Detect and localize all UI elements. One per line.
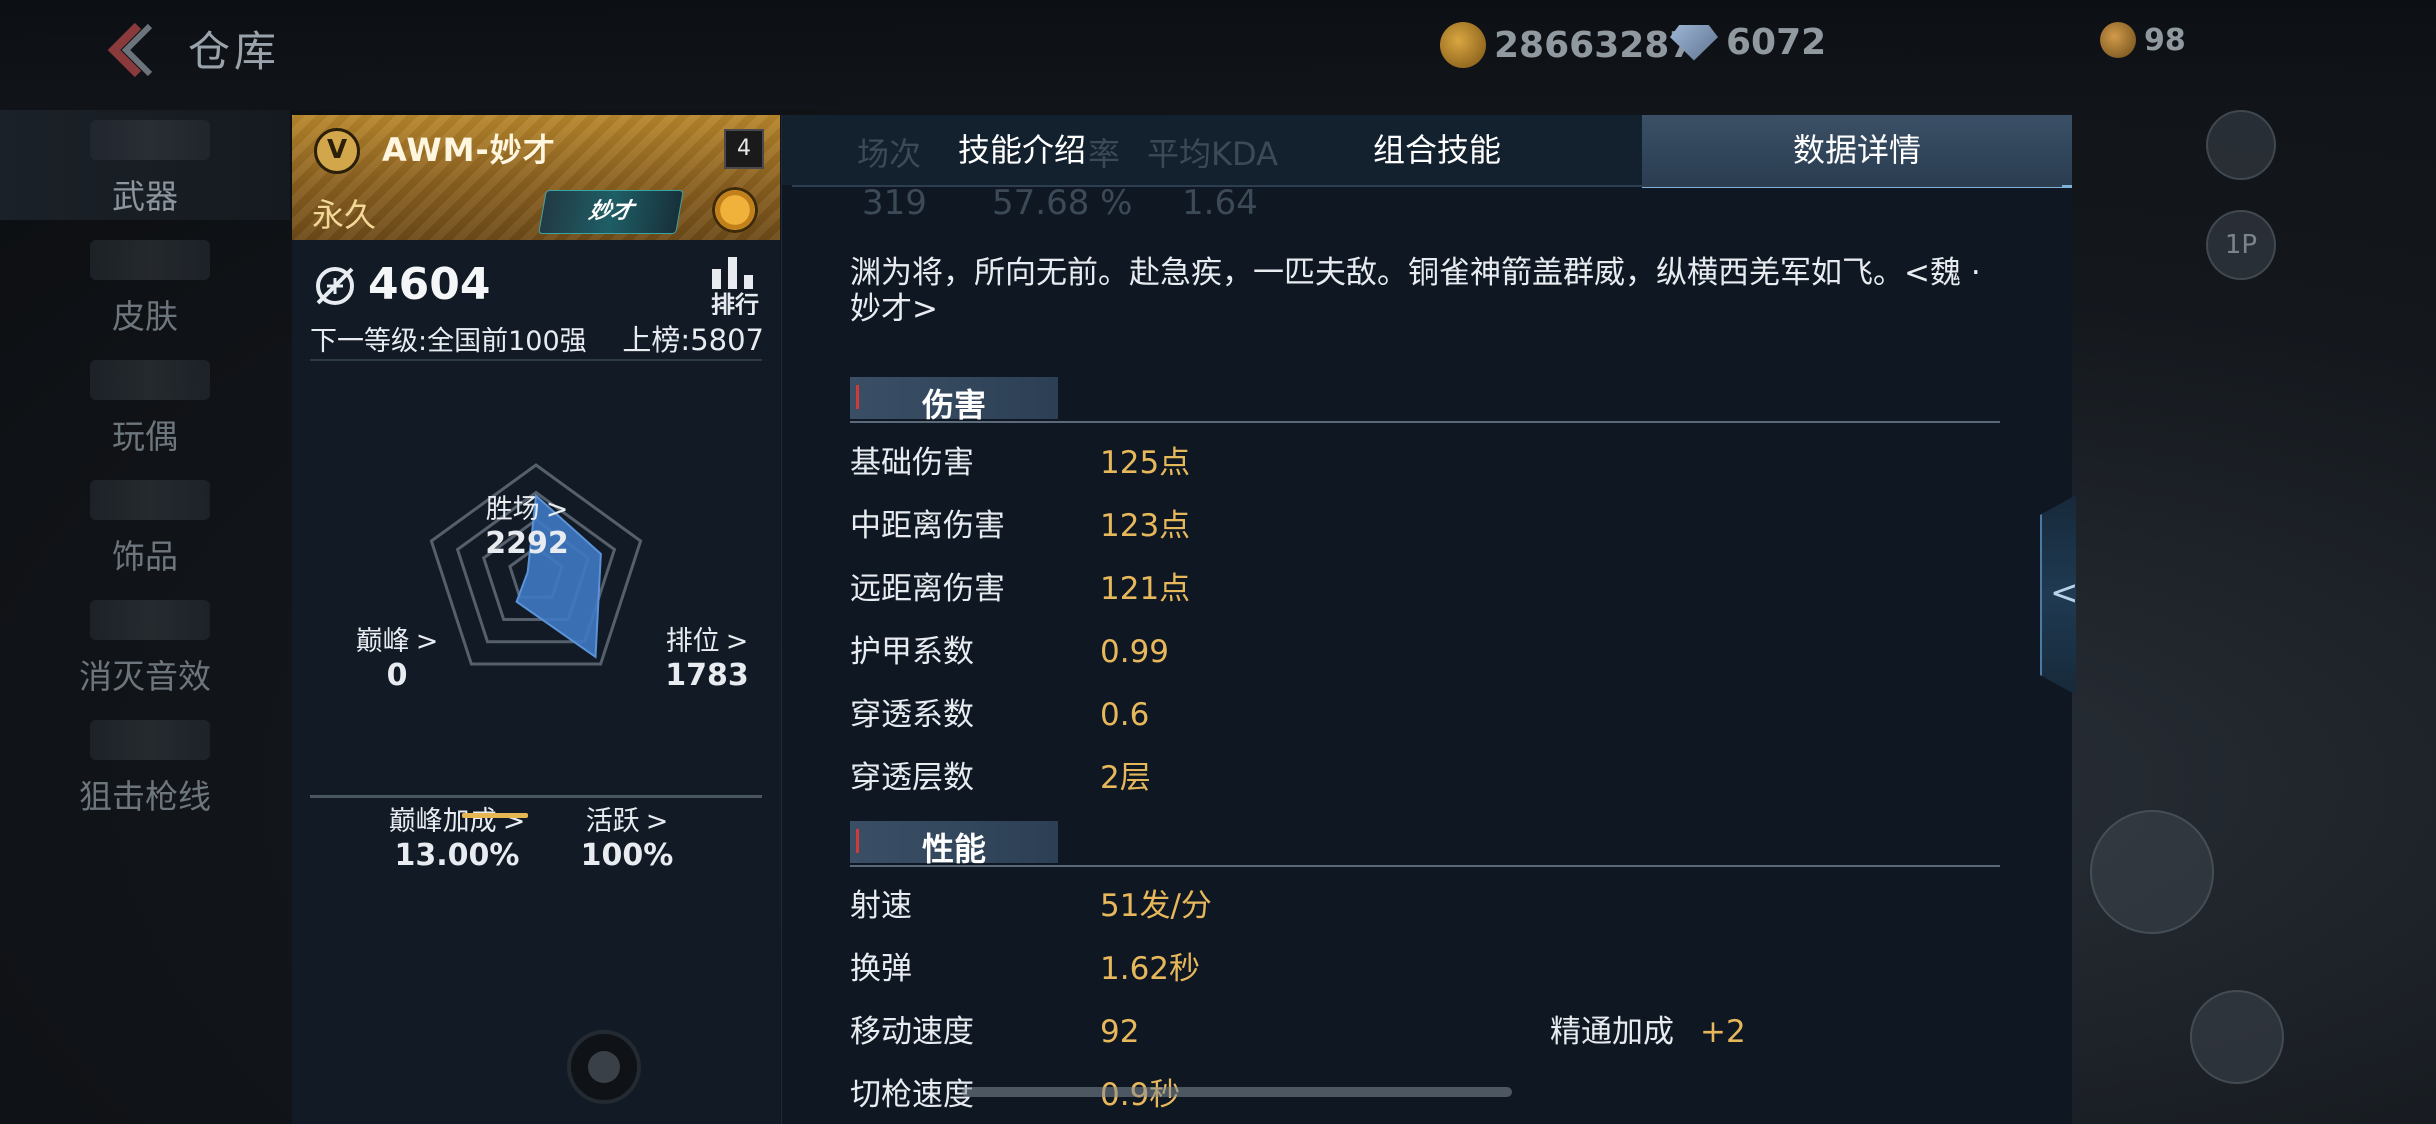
divider [310,795,762,798]
ghost-kda-label: 平均KDA [1147,135,1278,173]
coupon-currency: 98 [2100,22,2186,58]
coupon-icon [2100,22,2136,58]
weapon-thumb-icon [90,120,210,160]
chevron-right-icon: > [725,626,749,657]
nav-item-kill-sounds[interactable]: 消灭音效 [0,590,290,700]
category-nav: 武器 皮肤 玩偶 饰品 消灭音效 狙击枪线 [0,110,290,1124]
sniper-thumb-icon [90,720,210,760]
chevron-right-icon: > [545,494,569,525]
chevron-right-icon: > [502,806,526,837]
radar-chart [429,463,643,666]
radar-wins[interactable]: 胜场 > 2292 [462,493,592,561]
details-panel: 场次 率 平均KDA 技能介绍 组合技能 数据详情 319 57.68 % 1.… [781,115,2072,1124]
section-title: 性能 [922,830,987,868]
divider [310,359,762,361]
nav-item-accessories[interactable]: 饰品 [0,470,290,580]
page-indicator [462,813,528,818]
scroll-knob[interactable] [567,1030,641,1104]
page-title: 仓库 [188,27,281,76]
tab-underline [792,185,2062,187]
gamepad-icon[interactable] [2206,110,2276,180]
radar-active[interactable]: 活跃 > 100% [562,805,692,873]
weapon-skin-tag: 妙才 [538,190,684,234]
sniper-scope-icon [316,267,354,305]
ghost-kda-value: 1.64 [1182,183,1258,223]
weapon-name: AWM-妙才 [382,131,556,169]
section-title: 伤害 [922,386,987,424]
stats-radar: 胜场 > 2292 排位 > 1783 活跃 > 100% 巅峰加成 > 13.00% … [292,375,780,895]
home-indicator [962,1087,1512,1097]
section-damage: 伤害 [850,377,2000,425]
radar-peak[interactable]: 巅峰 > 0 [332,625,462,693]
vip-badge-icon: V [314,128,360,174]
tab-combo-skill[interactable]: 组合技能 [1322,115,1552,185]
next-level-text: 下一等级:全国前100强 [310,326,587,357]
rank-icon[interactable]: 排行 [704,255,766,315]
chevron-right-icon: > [645,806,669,837]
nav-item-dolls[interactable]: 玩偶 [0,350,290,460]
weapon-description: 渊为将，所向无前。赴急疾，一匹夫敌。铜雀神箭盖群威，纵横西羌军如飞。<魏 · 妙… [850,255,1981,327]
weapon-header: V AWM-妙才 4 永久 妙才 [292,115,780,240]
background-controls: 1P [2070,110,2436,1124]
gold-coin-icon [1440,22,1486,68]
collapse-panel-tab[interactable]: < [2040,495,2076,695]
ghost-rate-value: 57.68 % [992,183,1133,223]
tab-data-details[interactable]: 数据详情 [1642,115,2072,188]
on-board-count: 上榜:5807 [622,323,764,357]
weapon-duration: 永久 [312,196,377,234]
doll-thumb-icon [90,360,210,400]
accessory-thumb-icon [90,480,210,520]
coupon-amount: 98 [2144,22,2186,58]
section-performance: 性能 [850,821,2000,869]
ghost-matches-value: 319 [862,183,927,223]
sound-thumb-icon [90,600,210,640]
radar-rank[interactable]: 排位 > 1783 [642,625,772,693]
first-person-toggle[interactable]: 1P [2206,210,2276,280]
chevron-right-icon: > [415,626,439,657]
top-bar [0,0,2436,110]
knife-icon[interactable] [2090,810,2214,934]
nav-item-weapons[interactable]: 武器 [0,110,290,220]
rank-label: 排行 [711,291,759,315]
weapon-score: 4604 [368,259,491,310]
diamond-currency: 6072 [1670,22,1826,63]
nav-item-sniper-lines[interactable]: 狙击枪线 [0,710,290,820]
tab-bar: 场次 率 平均KDA 技能介绍 组合技能 数据详情 [782,115,2072,188]
nav-item-skins[interactable]: 皮肤 [0,230,290,340]
tab-skill-intro[interactable]: 技能介绍 [907,115,1137,185]
diamond-icon [1670,24,1718,61]
grenade-icon[interactable] [2190,990,2284,1084]
chevron-left-icon: < [2050,573,2079,613]
weapon-panel: V AWM-妙才 4 永久 妙才 4604 排行 下一等级:全国前100强 上榜… [292,115,780,1124]
diamond-amount: 6072 [1726,22,1827,63]
back-icon[interactable] [98,20,158,80]
gold-currency: 28663287 [1440,22,1694,68]
target-medal-icon[interactable] [712,187,758,233]
weapon-level-badge: 4 [724,129,764,169]
gold-amount: 28663287 [1494,24,1695,66]
skin-thumb-icon [90,240,210,280]
